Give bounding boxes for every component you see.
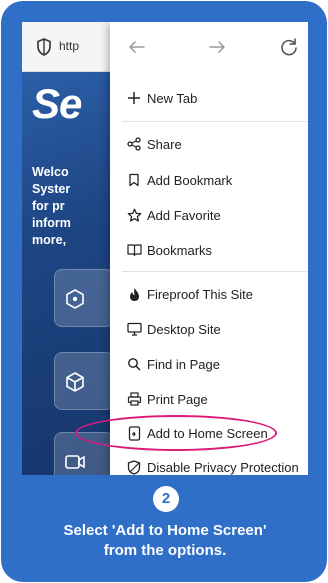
cube-network-icon xyxy=(66,289,84,309)
privacy-shield-icon[interactable] xyxy=(34,37,54,57)
menu-item-label: Add Bookmark xyxy=(147,172,233,188)
step-number-badge: 2 xyxy=(153,486,179,512)
menu-item-disable-privacy-protection[interactable]: Disable Privacy Protection xyxy=(110,452,308,475)
step-instruction-line-2: from the options. xyxy=(103,542,227,559)
book-icon xyxy=(126,242,142,258)
step-instruction: Select 'Add to Home Screen' from the opt… xyxy=(1,521,327,561)
feature-tile-2[interactable] xyxy=(54,352,112,410)
menu-item-label: Add Favorite xyxy=(147,207,221,223)
page-hero-text: Se xyxy=(32,80,82,127)
browser-menu: New Tab Share Add Bookmark Add Favorite … xyxy=(110,22,308,475)
menu-item-label: Find in Page xyxy=(147,356,220,372)
back-arrow-icon[interactable] xyxy=(124,34,150,60)
menu-item-label: Share xyxy=(147,136,182,152)
fire-icon xyxy=(126,286,142,302)
feature-tile-1[interactable] xyxy=(54,269,112,327)
menu-item-find-in-page[interactable]: Find in Page xyxy=(110,349,308,379)
menu-item-label: Bookmarks xyxy=(147,242,213,258)
forward-arrow-icon[interactable] xyxy=(204,34,230,60)
printer-icon xyxy=(126,391,142,407)
menu-item-label: Desktop Site xyxy=(147,321,221,337)
plus-icon xyxy=(126,90,142,106)
menu-item-bookmarks[interactable]: Bookmarks xyxy=(110,235,308,265)
phone-screen: http Se Welco Syster for pr inform more, xyxy=(22,22,308,475)
menu-item-fireproof[interactable]: Fireproof This Site xyxy=(110,279,308,309)
shield-off-icon xyxy=(126,459,142,475)
menu-item-desktop-site[interactable]: Desktop Site xyxy=(110,314,308,344)
web-page-content: Se Welco Syster for pr inform more, xyxy=(22,72,112,475)
page-intro-text: Welco Syster for pr inform more, xyxy=(32,165,71,247)
menu-item-label: Disable Privacy Protection xyxy=(147,459,299,475)
share-icon xyxy=(126,136,142,152)
step-instruction-line-1: Select 'Add to Home Screen' xyxy=(63,522,267,539)
highlight-ring xyxy=(75,415,277,451)
menu-item-label: New Tab xyxy=(147,90,198,106)
monitor-icon xyxy=(126,321,142,337)
menu-item-share[interactable]: Share xyxy=(110,129,308,159)
url-text[interactable]: http xyxy=(59,39,87,53)
menu-divider xyxy=(122,121,308,122)
menu-item-new-tab[interactable]: New Tab xyxy=(110,83,308,113)
menu-nav-bar xyxy=(110,22,308,72)
reload-icon[interactable] xyxy=(276,34,302,60)
cube-icon xyxy=(66,372,84,392)
bookmark-icon xyxy=(126,172,142,188)
menu-item-label: Fireproof This Site xyxy=(147,286,253,302)
menu-item-print-page[interactable]: Print Page xyxy=(110,384,308,414)
tutorial-card: http Se Welco Syster for pr inform more, xyxy=(1,1,327,582)
menu-item-add-bookmark[interactable]: Add Bookmark xyxy=(110,165,308,195)
star-icon xyxy=(126,207,142,223)
menu-item-add-favorite[interactable]: Add Favorite xyxy=(110,200,308,230)
search-icon xyxy=(126,356,142,372)
menu-item-label: Print Page xyxy=(147,391,208,407)
menu-divider xyxy=(122,271,308,272)
video-icon xyxy=(65,455,85,469)
